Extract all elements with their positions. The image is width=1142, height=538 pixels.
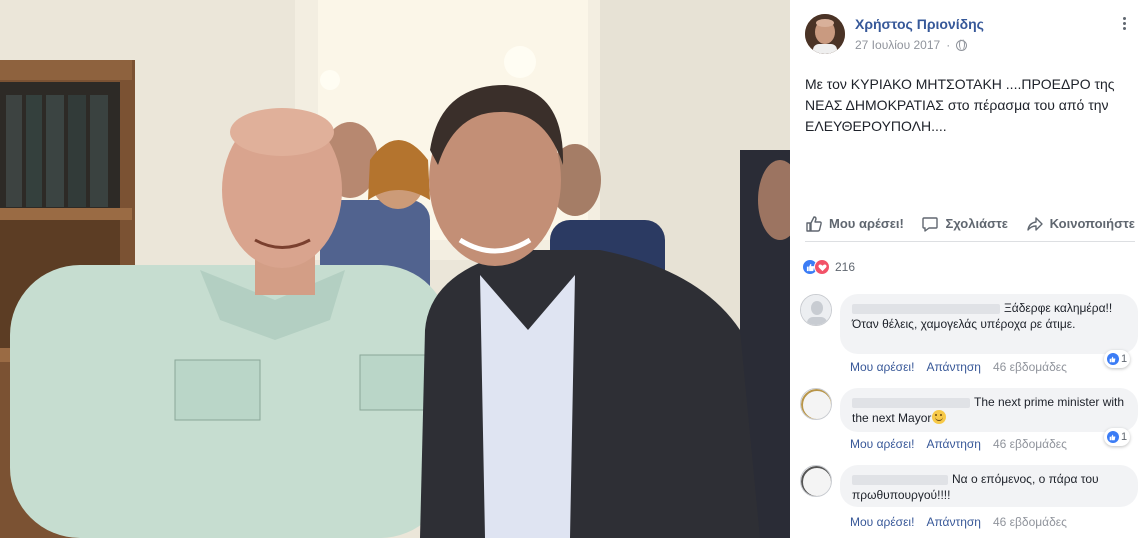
comment-time[interactable]: 46 εβδομάδες [993, 437, 1067, 451]
more-options-button[interactable] [1116, 14, 1132, 32]
comment-like-link[interactable]: Μου αρέσει! [850, 515, 914, 529]
comment-button[interactable]: Σχολιάστε [921, 215, 1008, 233]
commenter-name[interactable] [852, 474, 948, 485]
share-arrow-icon [1026, 216, 1043, 231]
comment-links: Μου αρέσει! Απάντηση 46 εβδομάδες [850, 360, 1067, 374]
comment-like-count[interactable]: 1 [1104, 428, 1130, 446]
comment-bubble: Να ο επόμενος, ο πάρα του πρωθυπουργού!!… [840, 465, 1138, 507]
post-date[interactable]: 27 Ιουλίου 2017 [855, 38, 940, 52]
post-meta: 27 Ιουλίου 2017 · [855, 38, 968, 52]
commenter-name[interactable] [852, 303, 1000, 314]
post-photo[interactable] [0, 0, 790, 538]
post-actions: Μου αρέσει! Σχολιάστε Κοινοποιήστε [805, 212, 1135, 242]
post-panel: Χρήστος Πριονίδης 27 Ιουλίου 2017 · Με τ… [790, 0, 1142, 538]
globe-icon [956, 39, 968, 51]
like-label: Μου αρέσει! [829, 216, 904, 231]
comment-time[interactable]: 46 εβδομάδες [993, 515, 1067, 529]
heart-reaction-icon [814, 259, 830, 275]
comment-like-number: 1 [1120, 431, 1128, 443]
commenter-avatar[interactable] [800, 388, 832, 420]
comment-reply-link[interactable]: Απάντηση [926, 437, 981, 451]
comment-item: The next prime minister with the next Ma… [800, 388, 1138, 454]
comment-bubble: The next prime minister with the next Ma… [840, 388, 1138, 432]
comment-like-link[interactable]: Μου αρέσει! [850, 360, 914, 374]
thumbs-up-icon [1106, 353, 1119, 365]
commenter-avatar[interactable] [800, 294, 832, 326]
comment-label: Σχολιάστε [945, 216, 1008, 231]
smiley-emoji-icon [932, 410, 947, 424]
comment-bubble: Ξάδερφε καλημέρα!! Όταν θέλεις, χαμογελά… [840, 294, 1138, 354]
author-name-link[interactable]: Χρήστος Πριονίδης [855, 16, 984, 32]
comment-item: Ξάδερφε καλημέρα!! Όταν θέλεις, χαμογελά… [800, 294, 1138, 374]
dot-separator: · [946, 38, 951, 52]
commenter-avatar[interactable] [800, 465, 832, 497]
share-label: Κοινοποιήστε [1049, 216, 1135, 231]
reaction-summary[interactable]: 216 [802, 257, 855, 277]
comment-time[interactable]: 46 εβδομάδες [993, 360, 1067, 374]
share-button[interactable]: Κοινοποιήστε [1026, 215, 1135, 233]
author-avatar[interactable] [805, 14, 845, 54]
comment-reply-link[interactable]: Απάντηση [926, 515, 981, 529]
post-text: Με τον ΚΥΡΙΑΚΟ ΜΗΤΣΟΤΑΚΗ ....ΠΡΟΕΔΡΟ της… [805, 76, 1115, 134]
reaction-count: 216 [835, 260, 856, 274]
like-button[interactable]: Μου αρέσει! [805, 215, 904, 233]
thumbs-up-icon [806, 215, 822, 232]
comment-item: Να ο επόμενος, ο πάρα του πρωθυπουργού!!… [800, 465, 1138, 531]
comment-like-number: 1 [1120, 353, 1128, 365]
comment-like-link[interactable]: Μου αρέσει! [850, 437, 914, 451]
comment-links: Μου αρέσει! Απάντηση 46 εβδομάδες [850, 437, 1067, 451]
comment-reply-link[interactable]: Απάντηση [926, 360, 981, 374]
comment-bubble-icon [922, 216, 939, 232]
comment-like-count[interactable]: 1 [1104, 350, 1130, 368]
comment-links: Μου αρέσει! Απάντηση 46 εβδομάδες [850, 515, 1067, 529]
commenter-name[interactable] [852, 397, 970, 408]
photo-illustration [0, 0, 790, 538]
thumbs-up-icon [1106, 431, 1119, 443]
